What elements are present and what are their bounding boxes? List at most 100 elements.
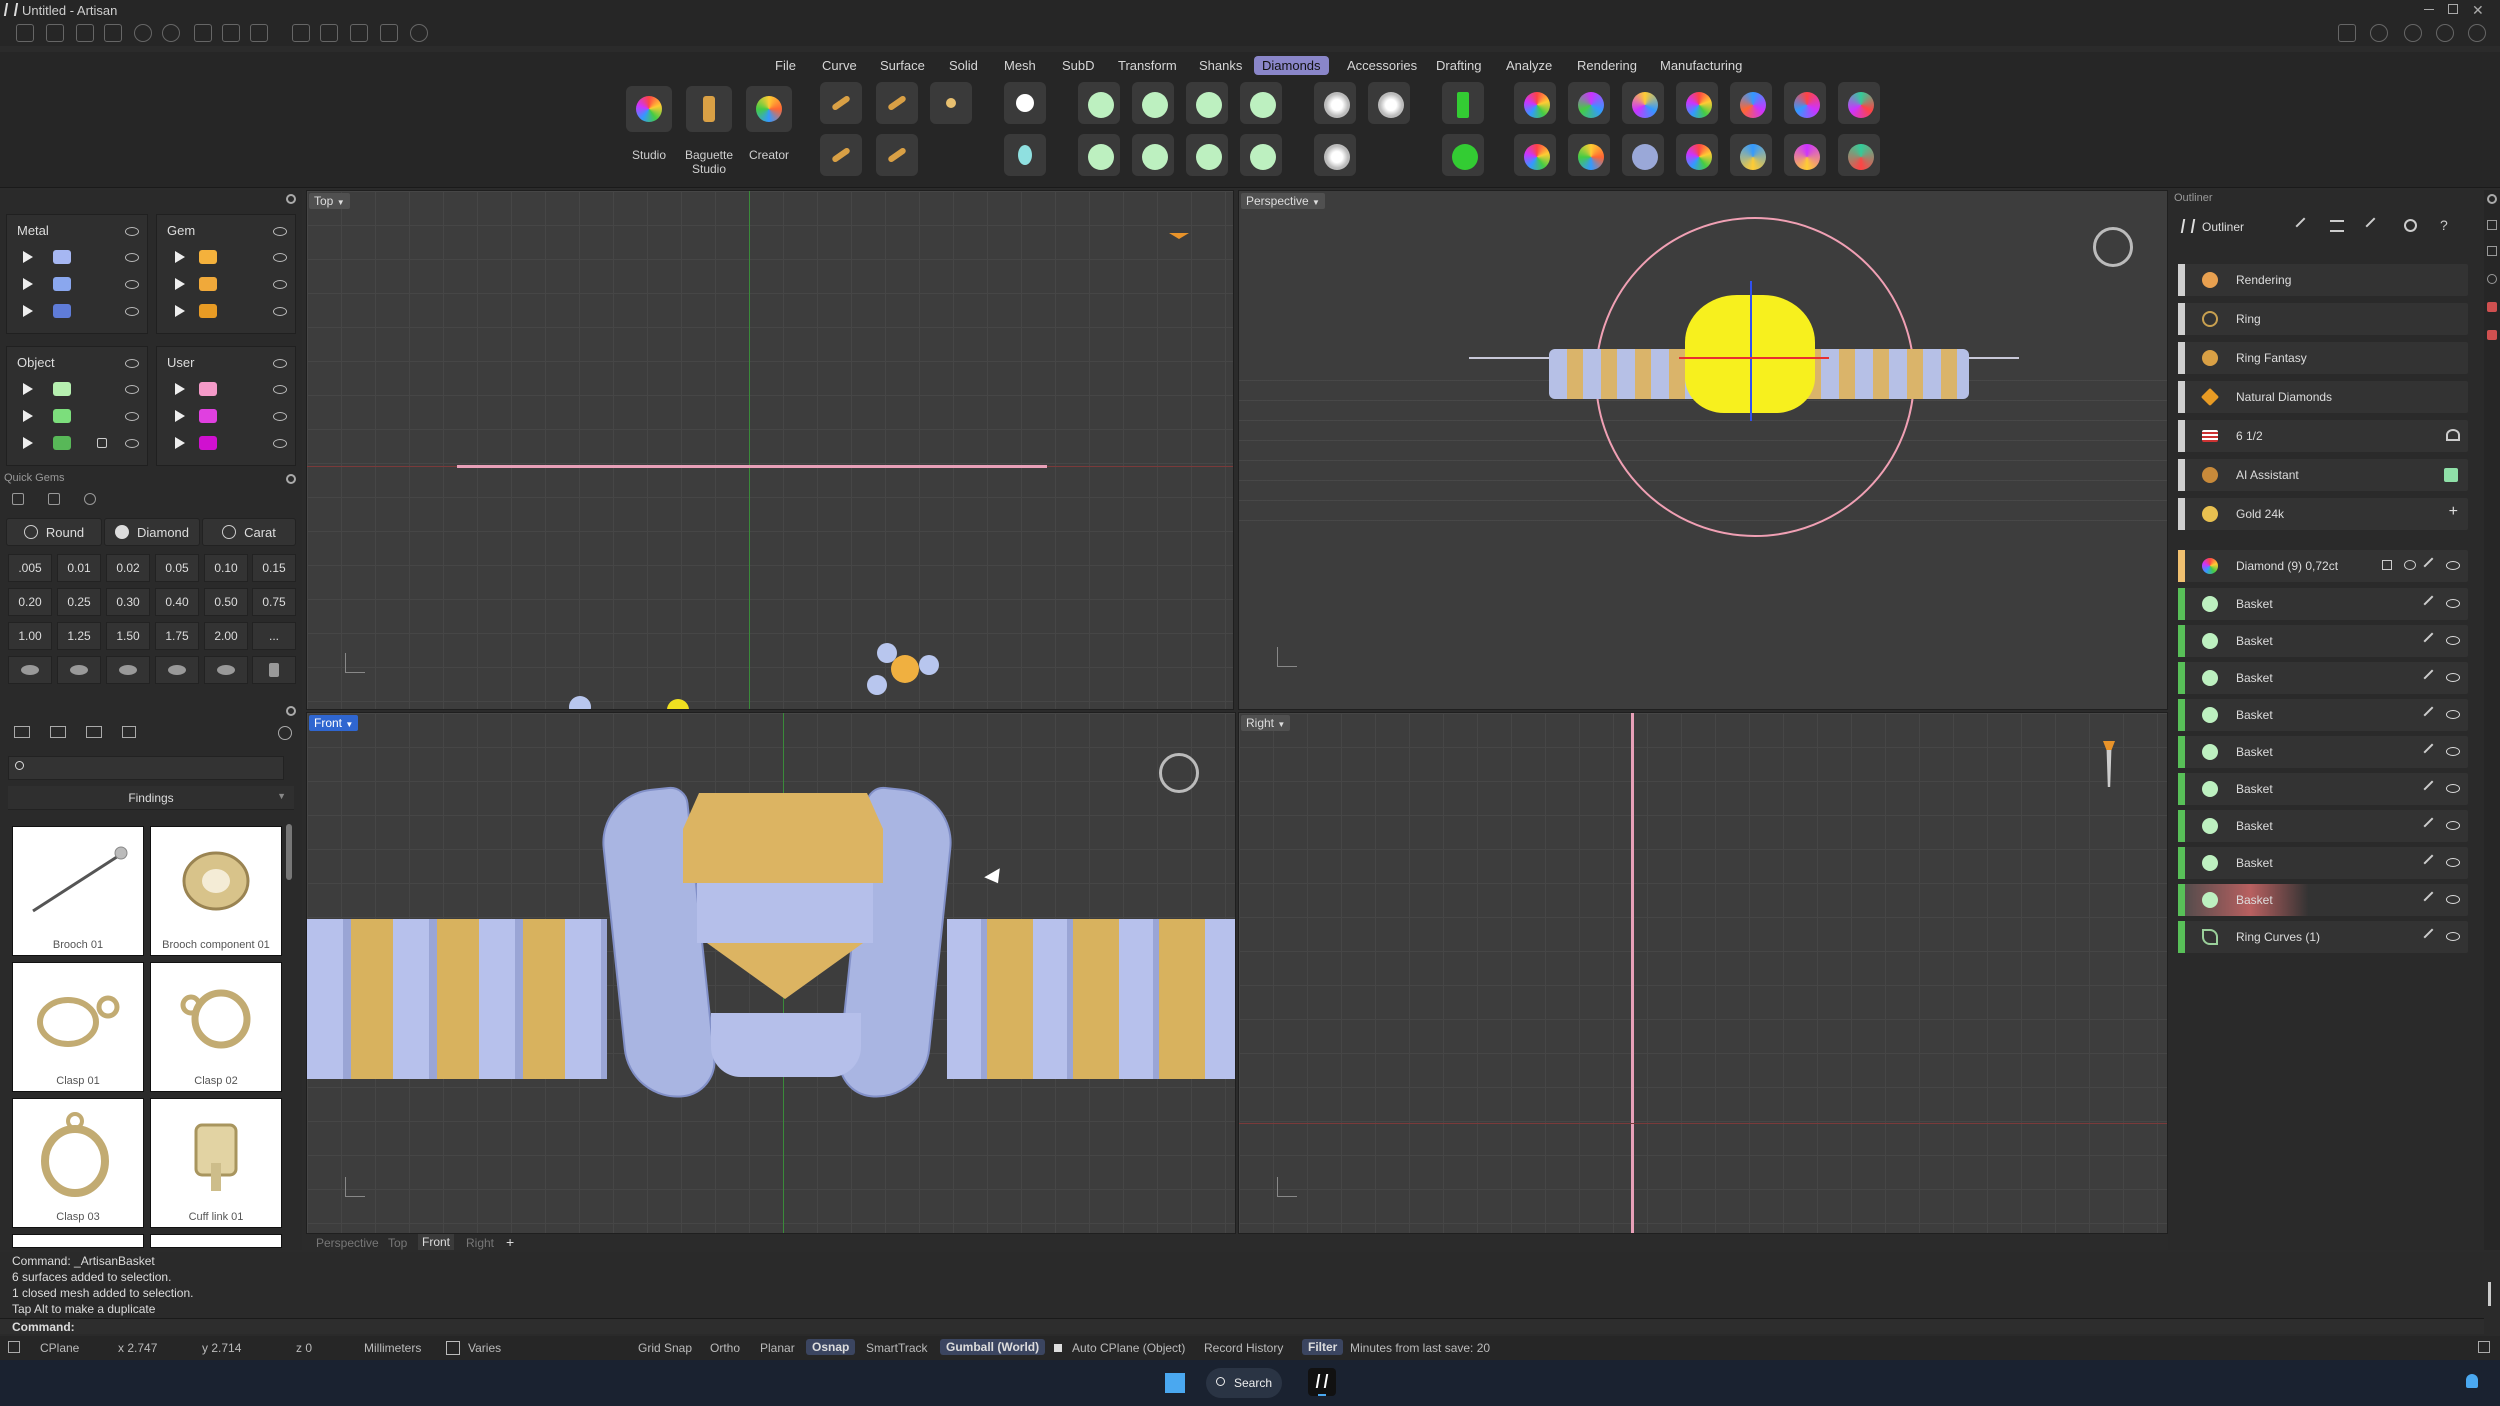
save-as-icon[interactable] [222, 24, 240, 42]
status-planar[interactable]: Planar [760, 1341, 795, 1355]
user-eye-3[interactable] [273, 439, 287, 448]
gem-size-075[interactable]: 0.75 [252, 588, 296, 616]
gem-size-010[interactable]: 0.10 [204, 554, 248, 582]
gem-eye-2[interactable] [273, 280, 287, 289]
metal-visibility-icon[interactable] [125, 227, 139, 236]
finding-clasp-01[interactable]: Clasp 01 [12, 962, 144, 1092]
status-record-history[interactable]: Record History [1204, 1341, 1283, 1355]
outliner-edit-icon[interactable] [2295, 217, 2313, 235]
finding-more-1[interactable] [12, 1234, 144, 1248]
gumball-icon[interactable] [350, 24, 368, 42]
status-layer[interactable]: Varies [468, 1341, 501, 1355]
viewport-right[interactable]: Right ▼ [1238, 712, 2168, 1234]
status-ortho[interactable]: Ortho [710, 1341, 740, 1355]
library-settings-icon[interactable] [286, 706, 296, 716]
metal-swatch-1[interactable] [53, 250, 71, 264]
add-icon[interactable]: + [2449, 503, 2458, 521]
side-properties-icon[interactable] [2487, 246, 2497, 256]
gems-pair-button[interactable] [876, 134, 918, 176]
gem-visibility-icon[interactable] [273, 227, 287, 236]
outliner-object-basket-1[interactable]: Basket [2178, 588, 2468, 620]
gem-analyze-button[interactable] [1514, 82, 1556, 124]
outliner-object-basket-8[interactable]: Basket [2178, 847, 2468, 879]
gem-size-015[interactable]: 0.15 [252, 554, 296, 582]
gem-size-175[interactable]: 1.75 [155, 622, 199, 650]
outliner-setting-ai-assistant[interactable]: AI Assistant [2178, 459, 2468, 491]
gem-library-button[interactable] [1838, 82, 1880, 124]
export-icon[interactable] [250, 24, 268, 42]
metal-eye-3[interactable] [125, 307, 139, 316]
ring-gauge-icon[interactable] [2446, 429, 2460, 441]
baguette-studio-button[interactable] [686, 86, 732, 132]
new-template-icon[interactable] [46, 24, 64, 42]
outliner-pen-icon[interactable] [2365, 217, 2383, 235]
snapshot-icon[interactable] [320, 24, 338, 42]
prong-edit-button[interactable] [1442, 134, 1484, 176]
creator-button[interactable] [746, 86, 792, 132]
object-play-icon-1[interactable] [23, 383, 33, 395]
outliner-object-basket-3[interactable]: Basket [2178, 662, 2468, 694]
gem-eye-1[interactable] [273, 253, 287, 262]
settings-gear-icon[interactable] [410, 24, 428, 42]
save-icon[interactable] [194, 24, 212, 42]
basket-2-button[interactable] [1078, 134, 1120, 176]
outliner-ring-curves[interactable]: Ring Curves (1) [2178, 921, 2468, 953]
object-swatch-3[interactable] [53, 436, 71, 450]
gem-pick-icon[interactable] [12, 493, 24, 505]
gem-replace-button[interactable] [1514, 134, 1556, 176]
gem-report-button[interactable] [1730, 82, 1772, 124]
gem-profile-1[interactable] [8, 656, 52, 684]
outliner-object-basket-2[interactable]: Basket [2178, 625, 2468, 657]
outliner-setting-gold[interactable]: Gold 24k + [2178, 498, 2468, 530]
undo-icon[interactable] [134, 24, 152, 42]
gem-profile-6[interactable] [252, 656, 296, 684]
finding-more-2[interactable] [150, 1234, 282, 1248]
side-layers-icon[interactable] [2487, 220, 2497, 230]
perspective-ring-icon[interactable] [2093, 227, 2133, 267]
outliner-object-basket-5[interactable]: Basket [2178, 736, 2468, 768]
command-input-field[interactable]: Command: [0, 1318, 2484, 1334]
status-units[interactable]: Millimeters [364, 1341, 421, 1355]
round-gem-button[interactable] [1004, 82, 1046, 124]
group-list-icon[interactable] [2382, 560, 2392, 570]
library-scrollbar[interactable] [286, 824, 292, 880]
viewport-top-label[interactable]: Top ▼ [309, 193, 350, 209]
library-add-icon[interactable] [86, 726, 102, 738]
carat-unit-button[interactable]: Carat [202, 518, 296, 546]
user-swatch-1[interactable] [199, 382, 217, 396]
user-visibility-icon[interactable] [273, 359, 287, 368]
status-grid-snap[interactable]: Grid Snap [638, 1341, 692, 1355]
user-eye-1[interactable] [273, 385, 287, 394]
basket-button[interactable] [1078, 82, 1120, 124]
gem-profile-5[interactable] [204, 656, 248, 684]
outliner-group-diamond[interactable]: Diamond (9) 0,72ct [2178, 550, 2468, 582]
prongs-button[interactable] [1240, 82, 1282, 124]
menu-shanks[interactable]: Shanks [1191, 56, 1250, 75]
gem-profile-2[interactable] [57, 656, 101, 684]
user-eye-2[interactable] [273, 412, 287, 421]
outliner-setting-natural-diamonds[interactable]: Natural Diamonds [2178, 381, 2468, 413]
pencil-icon[interactable] [2423, 595, 2441, 613]
outliner-help-icon[interactable]: ? [2440, 217, 2448, 233]
finding-clasp-03[interactable]: Clasp 03 [12, 1098, 144, 1228]
viewport-front[interactable]: Front ▼ [306, 712, 1236, 1234]
pencil-icon[interactable] [2423, 632, 2441, 650]
gems-on-curve-button[interactable] [820, 82, 862, 124]
new-file-icon[interactable] [16, 24, 34, 42]
viewport-front-label[interactable]: Front ▼ [309, 715, 359, 731]
gems-between-button[interactable] [876, 82, 918, 124]
close-button[interactable]: ✕ [2472, 2, 2484, 19]
prongs-2-button[interactable] [1240, 134, 1282, 176]
metal-play-icon-1[interactable] [23, 251, 33, 263]
bezel-button[interactable] [1132, 82, 1174, 124]
status-auto-cplane-checkbox[interactable] [1054, 1344, 1062, 1352]
gems-cluster-button[interactable] [930, 82, 972, 124]
gem-size-200[interactable]: 2.00 [204, 622, 248, 650]
side-settings-icon[interactable] [2487, 194, 2497, 204]
studio-button[interactable] [626, 86, 672, 132]
eye-icon[interactable] [2446, 784, 2460, 793]
library-refresh-icon[interactable] [278, 726, 292, 740]
gem-eye-3[interactable] [273, 307, 287, 316]
group-select-icon[interactable] [2404, 560, 2416, 570]
round-shape-button[interactable]: Round [6, 518, 102, 546]
